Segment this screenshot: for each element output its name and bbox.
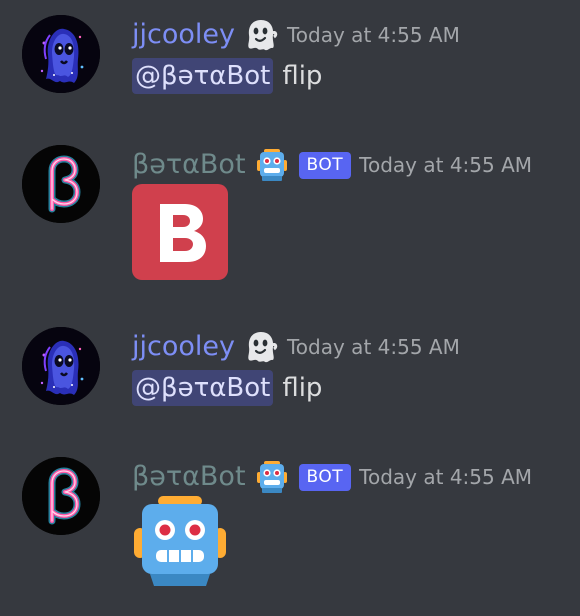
beta-avatar-icon — [22, 457, 100, 535]
ghost-icon — [243, 329, 279, 365]
message-header: βəταBot BOT Today at 4:55 AM — [132, 147, 532, 183]
message-content: @βəταBot flip — [132, 370, 322, 406]
robot-icon — [254, 147, 290, 183]
user-mention[interactable]: @βəταBot — [132, 370, 274, 406]
robot-emoji-icon — [132, 494, 228, 590]
message-header: jjcooley Today at 4:55 AM — [132, 17, 460, 53]
bot-avatar[interactable] — [22, 457, 100, 535]
ghost-icon — [243, 17, 279, 53]
ghost-avatar-icon — [22, 15, 100, 93]
message-text: flip — [282, 373, 323, 403]
bot-tag: BOT — [298, 463, 352, 491]
beta-avatar-icon — [22, 145, 100, 223]
username[interactable]: jjcooley — [132, 331, 235, 363]
message-header: βəταBot BOT Today at 4:55 AM — [132, 459, 532, 495]
user-mention[interactable]: @βəταBot — [132, 58, 274, 94]
message-text: flip — [282, 61, 323, 91]
message-header: jjcooley Today at 4:55 AM — [132, 329, 460, 365]
timestamp[interactable]: Today at 4:55 AM — [359, 149, 532, 181]
timestamp[interactable]: Today at 4:55 AM — [287, 19, 460, 51]
chat-messages: jjcooley Today at 4:55 AM @βəταBot flip — [0, 0, 580, 616]
username[interactable]: jjcooley — [132, 19, 235, 51]
username[interactable]: βəταBot — [132, 149, 246, 181]
message-content: @βəταBot flip — [132, 58, 322, 94]
user-avatar[interactable] — [22, 15, 100, 93]
regional-indicator-b-icon — [132, 184, 228, 280]
username[interactable]: βəταBot — [132, 461, 246, 493]
user-avatar[interactable] — [22, 327, 100, 405]
ghost-avatar-icon — [22, 327, 100, 405]
timestamp[interactable]: Today at 4:55 AM — [287, 331, 460, 363]
robot-icon — [254, 459, 290, 495]
bot-tag: BOT — [298, 151, 352, 179]
bot-avatar[interactable] — [22, 145, 100, 223]
timestamp[interactable]: Today at 4:55 AM — [359, 461, 532, 493]
